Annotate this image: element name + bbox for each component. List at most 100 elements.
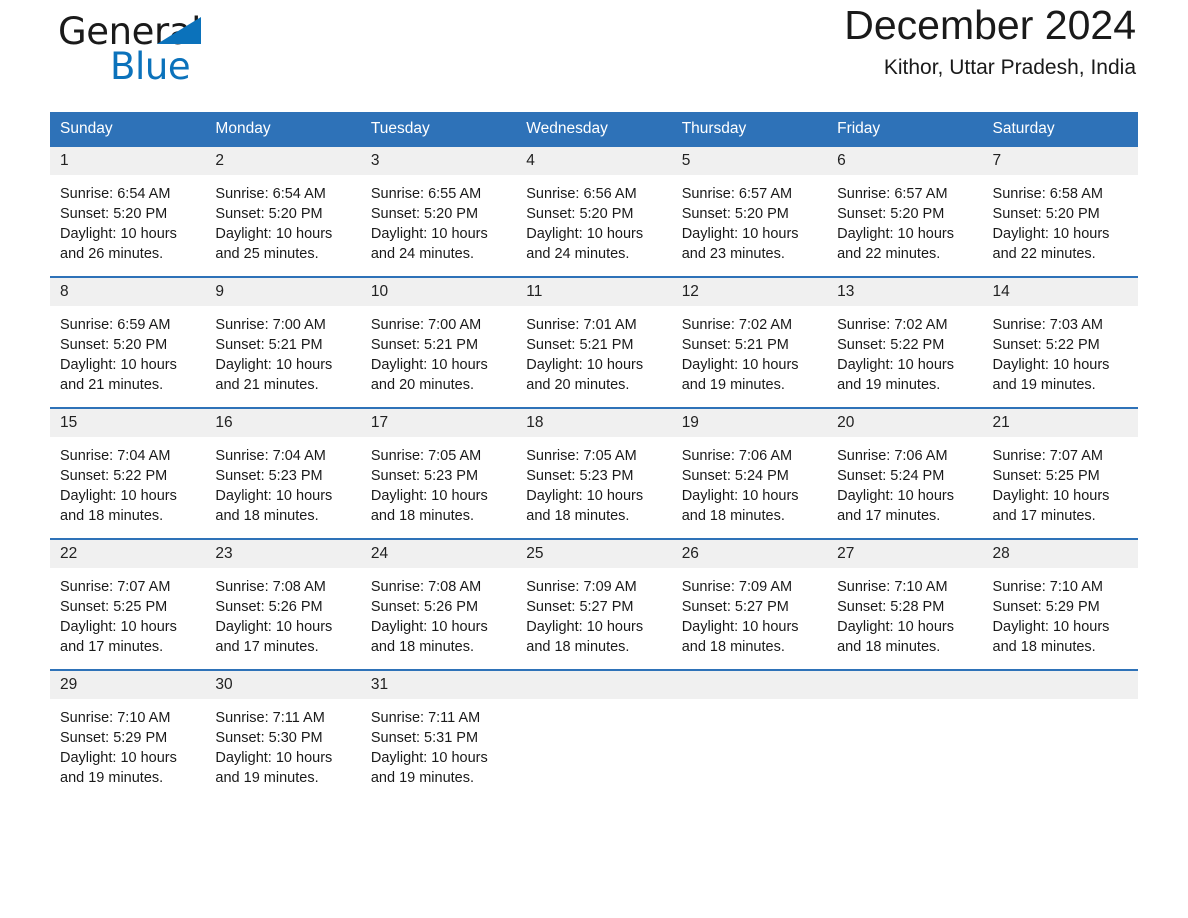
daylight-text-line2: and 17 minutes. [837, 508, 941, 524]
day-details: Sunrise: 7:09 AM Sunset: 5:27 PM Daylight:… [672, 568, 827, 669]
sunset-text: Sunset: 5:22 PM [60, 468, 168, 484]
day-details: Sunrise: 7:05 AM Sunset: 5:23 PM Daylight:… [361, 437, 516, 538]
sunrise-text: Sunrise: 7:03 AM [992, 317, 1103, 333]
day-number: 2 [205, 147, 361, 175]
sunrise-text: Sunrise: 7:08 AM [370, 579, 482, 595]
daylight-text-line1: Daylight: 10 hours [215, 357, 333, 373]
day-number: 22 [50, 540, 206, 568]
day-number [516, 671, 672, 699]
calendar-day-cell[interactable]: 10 Sunrise: 7:00 AM Sunset: 5:21 PM Dayligh… [360, 276, 517, 408]
calendar-day-cell[interactable]: 2 Sunrise: 6:54 AM Sunset: 5:20 PM Daylight… [205, 147, 361, 277]
daylight-text-line1: Daylight: 10 hours [370, 488, 488, 504]
page-title: December 2024 [844, 2, 1136, 48]
daylight-text-line1: Daylight: 10 hours [60, 750, 177, 766]
calendar-day-cell[interactable]: 15 Sunrise: 7:04 AM Sunset: 5:22 PM Dayligh… [50, 407, 206, 539]
daylight-text-line2: and 18 minutes. [837, 639, 941, 655]
calendar-day-cell[interactable]: 29 Sunrise: 7:10 AM Sunset: 5:29 PM Dayligh… [50, 669, 206, 800]
calendar-day-cell[interactable]: 4 Sunrise: 6:56 AM Sunset: 5:20 PM Daylight… [516, 147, 672, 277]
daylight-text-line1: Daylight: 10 hours [992, 488, 1110, 504]
day-details: Sunrise: 7:08 AM Sunset: 5:26 PM Daylight:… [361, 568, 516, 669]
calendar-day-cell[interactable]: 11 Sunrise: 7:01 AM Sunset: 5:21 PM Dayligh… [516, 276, 672, 408]
day-details: Sunrise: 7:10 AM Sunset: 5:28 PM Daylight:… [827, 568, 982, 669]
title-block: December 2024 Kithor, Uttar Pradesh, Ind… [844, 0, 1136, 80]
calendar-day-cell[interactable]: 31 Sunrise: 7:11 AM Sunset: 5:31 PM Dayligh… [360, 669, 517, 800]
day-number: 27 [827, 540, 983, 568]
daylight-text-line2: and 18 minutes. [215, 508, 319, 524]
day-details: Sunrise: 7:01 AM Sunset: 5:21 PM Daylight:… [516, 306, 671, 407]
calendar-empty-cell [671, 669, 828, 800]
sunrise-text: Sunrise: 7:07 AM [992, 448, 1103, 464]
sunrise-text: Sunrise: 7:05 AM [370, 448, 482, 464]
calendar-day-cell[interactable]: 17 Sunrise: 7:05 AM Sunset: 5:23 PM Dayligh… [360, 407, 517, 539]
day-details [983, 699, 1138, 784]
calendar-day-cell[interactable]: 6 Sunrise: 6:57 AM Sunset: 5:20 PM Daylight… [827, 147, 983, 277]
calendar-week-row: 29 Sunrise: 7:10 AM Sunset: 5:29 PM Dayligh… [50, 669, 1138, 800]
daylight-text-line1: Daylight: 10 hours [526, 619, 644, 635]
day-details: Sunrise: 6:56 AM Sunset: 5:20 PM Daylight:… [516, 175, 671, 276]
daylight-text-line2: and 24 minutes. [526, 246, 630, 262]
sunrise-text: Sunrise: 6:55 AM [370, 186, 482, 202]
calendar-day-cell[interactable]: 1 Sunrise: 6:54 AM Sunset: 5:20 PM Daylight… [50, 147, 206, 277]
day-details: Sunrise: 7:08 AM Sunset: 5:26 PM Daylight:… [205, 568, 360, 669]
calendar-day-cell[interactable]: 28 Sunrise: 7:10 AM Sunset: 5:29 PM Dayligh… [982, 538, 1138, 670]
calendar-day-cell[interactable]: 23 Sunrise: 7:08 AM Sunset: 5:26 PM Dayligh… [205, 538, 361, 670]
day-number: 29 [50, 671, 206, 699]
daylight-text-line2: and 18 minutes. [992, 639, 1096, 655]
calendar-day-cell[interactable]: 27 Sunrise: 7:10 AM Sunset: 5:28 PM Dayligh… [827, 538, 983, 670]
daylight-text-line1: Daylight: 10 hours [370, 619, 488, 635]
daylight-text-line2: and 19 minutes. [60, 770, 164, 786]
day-details: Sunrise: 6:55 AM Sunset: 5:20 PM Daylight:… [361, 175, 516, 276]
daylight-text-line2: and 19 minutes. [370, 770, 475, 786]
calendar-empty-cell [516, 669, 672, 800]
general-blue-logo[interactable]: General Blue [58, 10, 298, 94]
brand-name-blue: Blue [110, 45, 191, 88]
daylight-text-line1: Daylight: 10 hours [215, 750, 333, 766]
weekday-header-wednesday: Wednesday [516, 112, 672, 147]
day-number: 17 [360, 409, 517, 437]
day-details: Sunrise: 6:58 AM Sunset: 5:20 PM Daylight:… [983, 175, 1138, 276]
sunrise-text: Sunrise: 7:00 AM [215, 317, 326, 333]
calendar-table: Sunday Monday Tuesday Wednesday Thursday… [50, 112, 1138, 800]
daylight-text-line1: Daylight: 10 hours [370, 357, 488, 373]
daylight-text-line1: Daylight: 10 hours [837, 357, 954, 373]
calendar-page: General Blue December 2024 Kithor, Uttar… [0, 0, 1188, 918]
sunset-text: Sunset: 5:27 PM [526, 599, 634, 615]
calendar-day-cell[interactable]: 24 Sunrise: 7:08 AM Sunset: 5:26 PM Dayligh… [360, 538, 517, 670]
calendar-day-cell[interactable]: 3 Sunrise: 6:55 AM Sunset: 5:20 PM Daylight… [360, 147, 517, 277]
daylight-text-line1: Daylight: 10 hours [837, 488, 954, 504]
sunrise-text: Sunrise: 6:57 AM [681, 186, 793, 202]
calendar-day-cell[interactable]: 25 Sunrise: 7:09 AM Sunset: 5:27 PM Dayligh… [516, 538, 672, 670]
calendar-day-cell[interactable]: 19 Sunrise: 7:06 AM Sunset: 5:24 PM Dayligh… [671, 407, 828, 539]
sunset-text: Sunset: 5:20 PM [215, 206, 323, 222]
calendar-day-cell[interactable]: 14 Sunrise: 7:03 AM Sunset: 5:22 PM Dayligh… [982, 276, 1138, 408]
calendar-day-cell[interactable]: 16 Sunrise: 7:04 AM Sunset: 5:23 PM Dayligh… [205, 407, 361, 539]
sunrise-text: Sunrise: 7:09 AM [526, 579, 637, 595]
calendar-day-cell[interactable]: 18 Sunrise: 7:05 AM Sunset: 5:23 PM Dayligh… [516, 407, 672, 539]
day-details [827, 699, 982, 784]
daylight-text-line1: Daylight: 10 hours [370, 750, 488, 766]
day-number: 28 [982, 540, 1138, 568]
calendar-day-cell[interactable]: 13 Sunrise: 7:02 AM Sunset: 5:22 PM Dayligh… [827, 276, 983, 408]
day-number: 23 [205, 540, 361, 568]
daylight-text-line2: and 21 minutes. [215, 377, 319, 393]
calendar-day-cell[interactable]: 26 Sunrise: 7:09 AM Sunset: 5:27 PM Dayligh… [671, 538, 828, 670]
calendar-day-cell[interactable]: 7 Sunrise: 6:58 AM Sunset: 5:20 PM Daylight… [982, 147, 1138, 277]
day-details: Sunrise: 7:07 AM Sunset: 5:25 PM Daylight:… [983, 437, 1138, 538]
calendar-day-cell[interactable]: 9 Sunrise: 7:00 AM Sunset: 5:21 PM Daylight… [205, 276, 361, 408]
day-details: Sunrise: 7:11 AM Sunset: 5:30 PM Daylight:… [205, 699, 360, 800]
calendar-day-cell[interactable]: 5 Sunrise: 6:57 AM Sunset: 5:20 PM Daylight… [671, 147, 828, 277]
sunset-text: Sunset: 5:26 PM [215, 599, 323, 615]
calendar-week-row: 22 Sunrise: 7:07 AM Sunset: 5:25 PM Dayligh… [50, 538, 1138, 670]
day-details: Sunrise: 6:54 AM Sunset: 5:20 PM Daylight:… [50, 175, 205, 276]
calendar-day-cell[interactable]: 20 Sunrise: 7:06 AM Sunset: 5:24 PM Dayligh… [827, 407, 983, 539]
calendar-day-cell[interactable]: 12 Sunrise: 7:02 AM Sunset: 5:21 PM Dayligh… [671, 276, 828, 408]
calendar-day-cell[interactable]: 21 Sunrise: 7:07 AM Sunset: 5:25 PM Dayligh… [982, 407, 1138, 539]
day-number: 21 [982, 409, 1138, 437]
day-number: 6 [827, 147, 983, 175]
calendar-day-cell[interactable]: 8 Sunrise: 6:59 AM Sunset: 5:20 PM Daylight… [50, 276, 206, 408]
day-number: 15 [50, 409, 206, 437]
day-number: 20 [827, 409, 983, 437]
calendar-day-cell[interactable]: 30 Sunrise: 7:11 AM Sunset: 5:30 PM Dayligh… [205, 669, 361, 800]
sunrise-text: Sunrise: 6:54 AM [60, 186, 171, 202]
calendar-day-cell[interactable]: 22 Sunrise: 7:07 AM Sunset: 5:25 PM Dayligh… [50, 538, 206, 670]
